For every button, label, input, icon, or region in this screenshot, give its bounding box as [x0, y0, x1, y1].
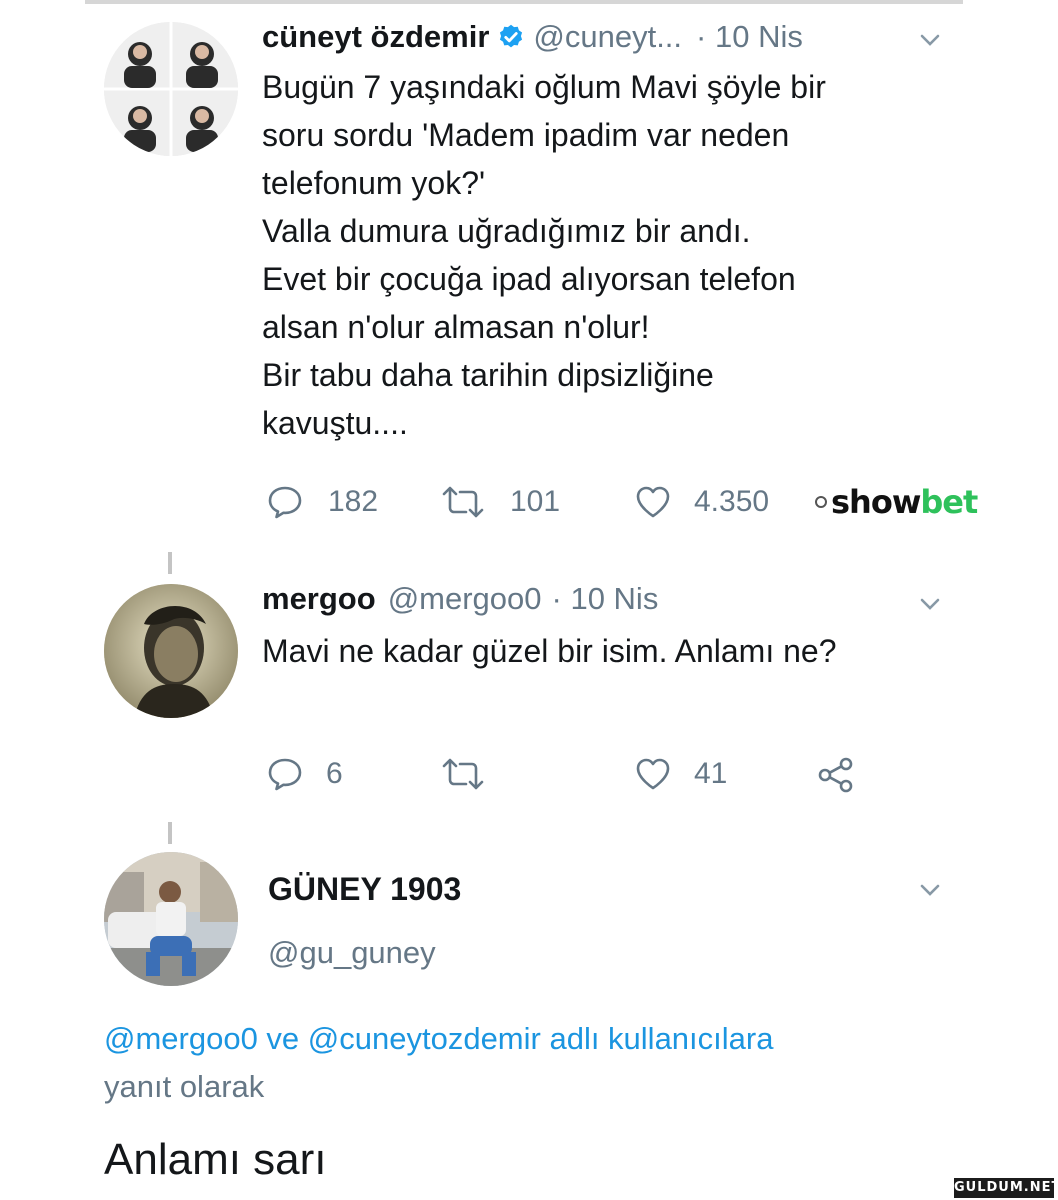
thread-line-2	[168, 822, 172, 844]
tweet2-reply-button[interactable]: 6	[266, 756, 343, 792]
tweet1-line: kavuştu....	[262, 405, 408, 441]
tweet3-author-name[interactable]: GÜNEY 1903	[268, 868, 461, 910]
avatar-collage-image	[104, 22, 238, 156]
tweet3-text: Anlamı sarı	[104, 1135, 327, 1184]
tweet1-line: Bugün 7 yaşındaki oğlum Mavi şöyle bir	[262, 69, 826, 105]
tweet2-retweet-button[interactable]	[440, 756, 486, 792]
heart-icon	[636, 758, 670, 790]
reply-icon	[268, 486, 302, 519]
tweet1-line: alsan n'olur almasan n'olur!	[262, 309, 650, 345]
tweet1-retweet-count: 101	[510, 485, 561, 518]
tweet2-share-button[interactable]	[816, 756, 856, 794]
tweet1-reply-button[interactable]: 182	[266, 484, 378, 520]
showbet-logo: show bet	[815, 480, 978, 524]
showbet-dot-icon	[815, 496, 827, 508]
tweet3-chevron-down-icon[interactable]	[916, 880, 944, 900]
watermark: GULDUM.NET	[954, 1178, 1058, 1198]
showbet-logo-show: show	[831, 483, 921, 521]
tweet1-chevron-down-icon[interactable]	[916, 30, 944, 50]
avatar-cuneyt[interactable]	[104, 22, 238, 156]
verified-badge-icon	[500, 24, 523, 48]
reply-icon	[268, 758, 302, 791]
tweet2-text: Mavi ne kadar güzel bir isim. Anlamı ne?	[262, 633, 837, 669]
avatar-guney[interactable]	[104, 852, 238, 986]
tweet3-reply-to-suffix: yanıt olarak	[104, 1069, 265, 1104]
top-divider	[85, 0, 963, 4]
tweet1-text: Bugün 7 yaşındaki oğlum Mavi şöyle bir s…	[262, 63, 962, 447]
tweet2-author-name[interactable]: mergoo	[262, 581, 376, 617]
tweet1-like-button[interactable]: 4.350	[634, 484, 769, 520]
avatar-mergoo[interactable]	[104, 584, 238, 718]
tweet2-chevron-down-icon[interactable]	[916, 594, 944, 614]
tweet1-retweet-button[interactable]: 101	[440, 484, 560, 520]
tweet1-line: soru sordu 'Madem ipadim var neden	[262, 117, 790, 153]
tweet2-handle[interactable]: @mergoo0	[388, 581, 542, 617]
tweet1-header: cüneyt özdemir @cuneyt... · 10 Nis	[262, 16, 803, 58]
tweet2-like-count: 41	[694, 757, 728, 790]
tweet1-line: Valla dumura uğradığımız bir andı.	[262, 213, 751, 249]
tweet2-date[interactable]: · 10 Nis	[552, 581, 659, 617]
tweet1-line: Evet bir çocuğa ipad alıyorsan telefon	[262, 261, 796, 297]
tweet2-like-button[interactable]: 41	[634, 756, 727, 792]
retweet-icon	[442, 758, 484, 790]
tweet1-author-name[interactable]: cüneyt özdemir	[262, 19, 489, 55]
share-icon	[818, 757, 853, 793]
tweet1-like-count: 4.350	[694, 485, 770, 518]
tweet3-handle[interactable]: @gu_guney	[268, 932, 436, 974]
showbet-logo-bet: bet	[920, 483, 978, 521]
avatar-guney-image	[104, 852, 238, 986]
avatar-mergoo-image	[104, 584, 238, 718]
tweet1-date[interactable]: · 10 Nis	[696, 19, 803, 55]
tweet1-line: Bir tabu daha tarihin dipsizliğine	[262, 357, 714, 393]
tweet2-header: mergoo @mergoo0 · 10 Nis	[262, 578, 658, 620]
tweet1-reply-count: 182	[328, 485, 379, 518]
tweet2-reply-count: 6	[326, 757, 343, 790]
tweet3-reply-to-users[interactable]: @mergoo0 ve @cuneytozdemir adlı kullanıc…	[104, 1018, 773, 1060]
tweet1-line: telefonum yok?'	[262, 165, 486, 201]
retweet-icon	[442, 486, 484, 518]
heart-icon	[636, 486, 670, 518]
thread-line-1	[168, 552, 172, 574]
tweet1-handle[interactable]: @cuneyt...	[533, 19, 682, 55]
